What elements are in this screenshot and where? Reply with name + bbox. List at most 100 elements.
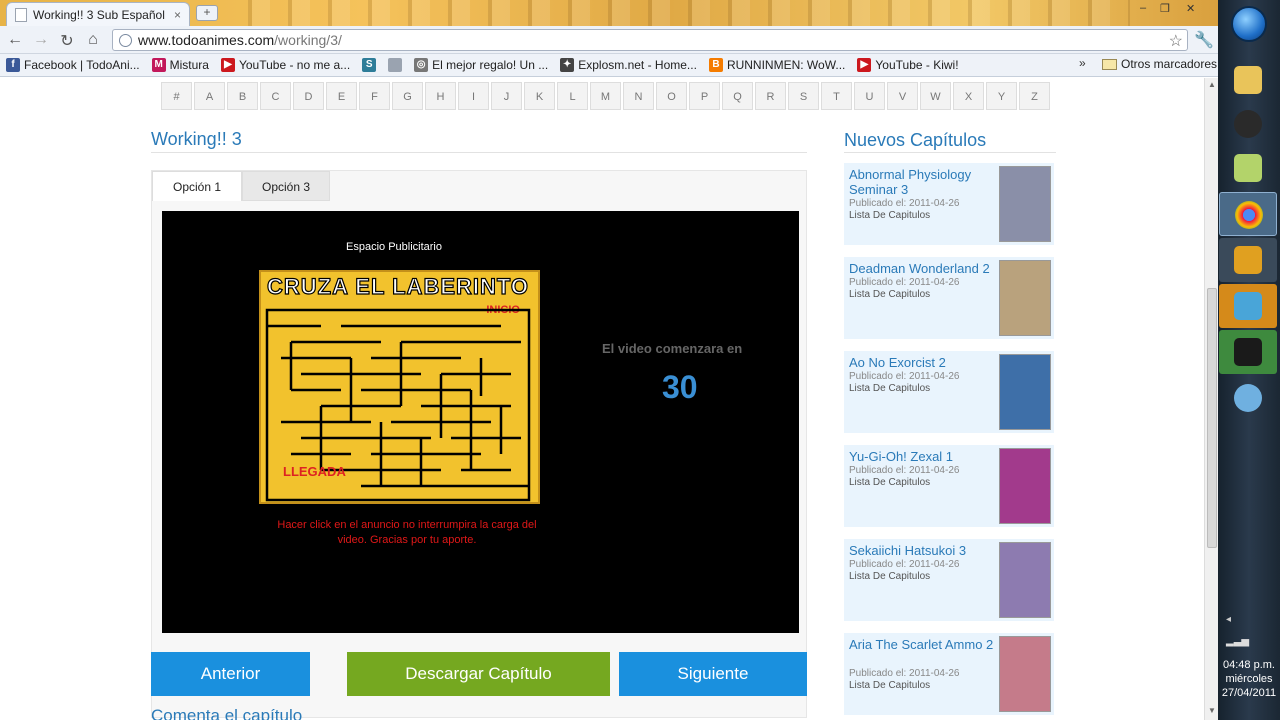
episode-title[interactable]: Ao No Exorcist 2 (849, 355, 999, 370)
back-button[interactable]: ← (6, 31, 24, 49)
minimize-button[interactable]: – (1140, 2, 1146, 14)
download-button[interactable]: Descargar Capítulo (347, 652, 610, 696)
address-bar[interactable]: www.todoanimes.com/working/3/ ☆ (112, 29, 1188, 51)
alphabet-key[interactable]: E (326, 82, 357, 110)
bookmarks-more-icon[interactable]: » (1079, 56, 1086, 70)
sidebar-episode-card[interactable]: Ao No Exorcist 2 Publicado el: 2011-04-26… (844, 351, 1054, 433)
sidebar-episode-card[interactable]: Yu-Gi-Oh! Zexal 1 Publicado el: 2011-04-2… (844, 445, 1054, 527)
alphabet-key[interactable]: S (788, 82, 819, 110)
alphabet-key[interactable]: O (656, 82, 687, 110)
episode-thumbnail[interactable] (999, 354, 1051, 430)
explorer-taskbar-button[interactable] (1219, 58, 1277, 102)
notes-taskbar-button[interactable] (1219, 146, 1277, 190)
episode-thumbnail[interactable] (999, 448, 1051, 524)
bookmark-item[interactable]: ▶ YouTube - Kiwi! (857, 58, 959, 72)
episode-thumbnail[interactable] (999, 636, 1051, 712)
bookmark-label: El mejor regalo! Un ... (432, 58, 549, 72)
maximize-button[interactable]: ❐ (1160, 2, 1170, 15)
episode-list-link[interactable]: Lista De Capitulos (849, 571, 930, 582)
episode-title[interactable]: Deadman Wonderland 2 (849, 261, 999, 276)
alphabet-key[interactable]: Z (1019, 82, 1050, 110)
alphabet-key[interactable]: F (359, 82, 390, 110)
alphabet-key[interactable]: N (623, 82, 654, 110)
alphabet-key[interactable]: H (425, 82, 456, 110)
windows-start-icon[interactable] (1231, 6, 1267, 42)
next-button[interactable]: Siguiente (619, 652, 807, 696)
episode-thumbnail[interactable] (999, 260, 1051, 336)
alphabet-key[interactable]: Q (722, 82, 753, 110)
winamp-taskbar-button[interactable] (1219, 238, 1277, 282)
alphabet-key[interactable]: Y (986, 82, 1017, 110)
episode-list-link[interactable]: Lista De Capitulos (849, 383, 930, 394)
sidebar-episode-card[interactable]: Abnormal Physiology Seminar 3 Publicado e… (844, 163, 1054, 245)
alphabet-key[interactable]: X (953, 82, 984, 110)
forward-button[interactable]: → (32, 31, 50, 49)
video-player[interactable]: Espacio Publicitario CRUZA EL LABERINTO … (162, 211, 799, 633)
tab-opcion-3[interactable]: Opción 3 (242, 171, 330, 201)
alphabet-key[interactable]: V (887, 82, 918, 110)
scroll-up-icon[interactable]: ▲ (1208, 80, 1216, 89)
tab-opcion-1[interactable]: Opción 1 (152, 171, 242, 201)
alphabet-key[interactable]: B (227, 82, 258, 110)
messenger-taskbar-button[interactable] (1219, 284, 1277, 328)
alphabet-key[interactable]: P (689, 82, 720, 110)
alphabet-key[interactable]: U (854, 82, 885, 110)
sidebar-episode-card[interactable]: Deadman Wonderland 2 Publicado el: 2011-0… (844, 257, 1054, 339)
bookmark-item[interactable] (388, 58, 403, 72)
bookmark-item[interactable]: ◎ El mejor regalo! Un ... (414, 58, 548, 72)
star-icon[interactable]: ☆ (1169, 31, 1183, 51)
signal-icon[interactable]: ▂▃▅ (1226, 636, 1249, 647)
alphabet-key[interactable]: A (194, 82, 225, 110)
maze-ad-banner[interactable]: CRUZA EL LABERINTO INICIO LLEGADA (259, 270, 540, 504)
previous-button[interactable]: Anterior (151, 652, 310, 696)
new-tab-button[interactable]: + (196, 5, 218, 21)
bookmark-item[interactable]: ▶ YouTube - no me a... (220, 58, 350, 72)
taskbar-clock[interactable]: 04:48 p.m. miércoles 27/04/2011 (1218, 658, 1280, 700)
browser-tab[interactable]: Working!! 3 Sub Español ... × (6, 2, 190, 26)
sidebar-episode-card[interactable]: Aria The Scarlet Ammo 2 Publicado el: 201… (844, 633, 1054, 715)
scrollbar-thumb[interactable] (1207, 288, 1217, 548)
alphabet-key[interactable]: I (458, 82, 489, 110)
alphabet-key[interactable]: G (392, 82, 423, 110)
bookmark-item[interactable]: S (362, 58, 377, 72)
episode-title[interactable]: Aria The Scarlet Ammo 2 (849, 637, 999, 652)
comment-title: Comenta el capítulo (151, 706, 303, 720)
alphabet-key[interactable]: C (260, 82, 291, 110)
close-window-button[interactable]: ✕ (1186, 2, 1195, 15)
alphabet-key[interactable]: # (161, 82, 192, 110)
wrench-icon[interactable]: 🔧 (1194, 30, 1214, 50)
home-button[interactable]: ⌂ (84, 31, 102, 49)
episode-list-link[interactable]: Lista De Capitulos (849, 477, 930, 488)
alphabet-key[interactable]: T (821, 82, 852, 110)
episode-title[interactable]: Abnormal Physiology Seminar 3 (849, 167, 999, 197)
episode-title[interactable]: Sekaiichi Hatsukoi 3 (849, 543, 999, 558)
network-taskbar-button[interactable] (1219, 376, 1277, 420)
bookmark-item[interactable]: B RUNNINMEN: WoW... (708, 58, 845, 72)
bookmark-item[interactable]: f Facebook | TodoAni... (6, 58, 140, 72)
scroll-down-icon[interactable]: ▼ (1208, 706, 1216, 715)
alphabet-key[interactable]: R (755, 82, 786, 110)
alphabet-key[interactable]: K (524, 82, 555, 110)
bookmark-item[interactable]: M Mistura (151, 58, 209, 72)
episode-list-link[interactable]: Lista De Capitulos (849, 289, 930, 300)
media-taskbar-button[interactable] (1219, 102, 1277, 146)
tray-expand-icon[interactable]: ◂ (1226, 614, 1231, 625)
alphabet-key[interactable]: W (920, 82, 951, 110)
episode-list-link[interactable]: Lista De Capitulos (849, 210, 930, 221)
other-bookmarks[interactable]: Otros marcadores (1102, 57, 1217, 71)
alphabet-key[interactable]: J (491, 82, 522, 110)
reload-button[interactable]: ↻ (58, 31, 76, 51)
sidebar-episode-card[interactable]: Sekaiichi Hatsukoi 3 Publicado el: 2011-0… (844, 539, 1054, 621)
alphabet-key[interactable]: M (590, 82, 621, 110)
episode-thumbnail[interactable] (999, 542, 1051, 618)
alphabet-key[interactable]: D (293, 82, 324, 110)
alphabet-key[interactable]: L (557, 82, 588, 110)
episode-title[interactable]: Yu-Gi-Oh! Zexal 1 (849, 449, 999, 464)
recorder-taskbar-button[interactable] (1219, 330, 1277, 374)
episode-thumbnail[interactable] (999, 166, 1051, 242)
episode-list-link[interactable]: Lista De Capitulos (849, 680, 930, 691)
page-scrollbar[interactable]: ▲ ▼ (1204, 78, 1218, 720)
close-icon[interactable]: × (174, 8, 181, 22)
bookmark-item[interactable]: ✦ Explosm.net - Home... (560, 58, 697, 72)
chrome-taskbar-button[interactable] (1219, 192, 1277, 236)
